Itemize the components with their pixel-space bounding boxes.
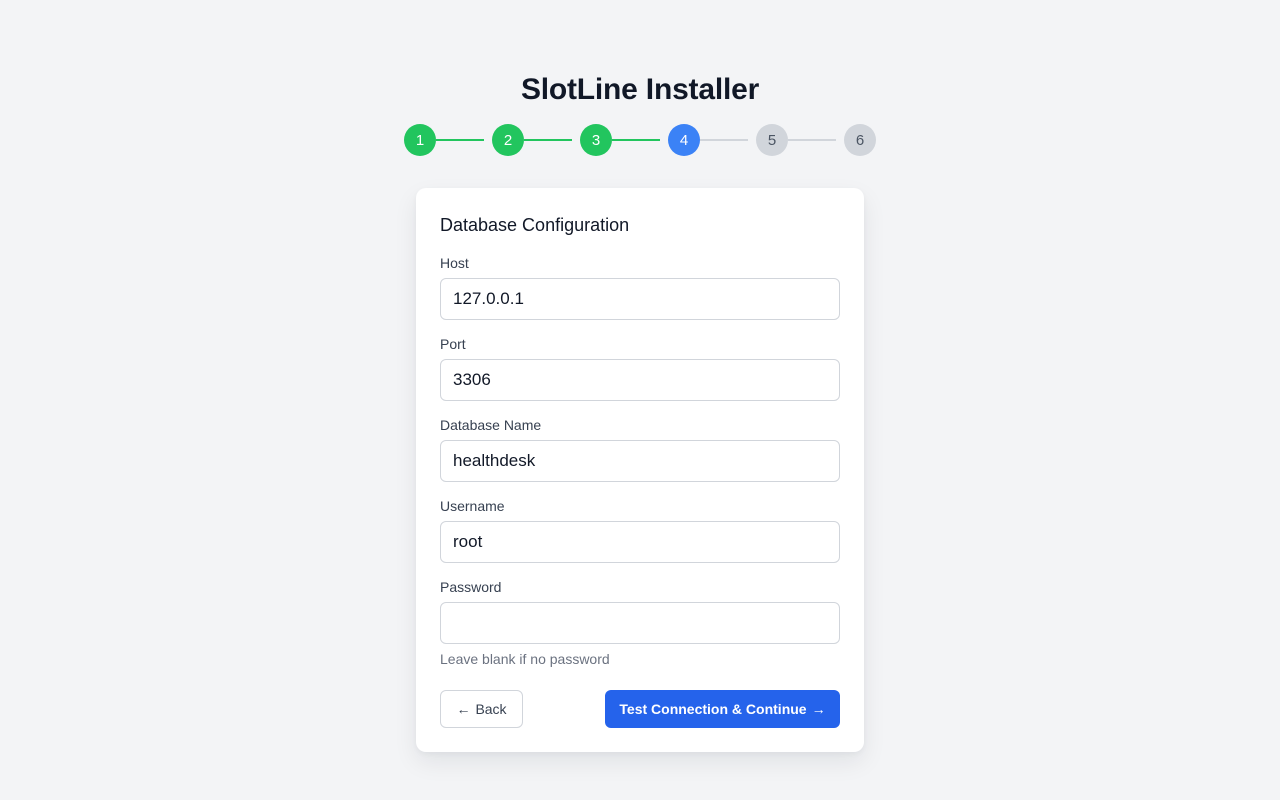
database-name-input[interactable]: [440, 440, 840, 482]
continue-button-label: Test Connection & Continue: [619, 701, 807, 717]
password-label: Password: [440, 579, 502, 595]
host-input[interactable]: [440, 278, 840, 320]
step-5: 5: [756, 124, 788, 156]
username-input[interactable]: [440, 521, 840, 563]
back-button[interactable]: ← Back: [440, 690, 523, 728]
step-1: 1: [404, 124, 436, 156]
step-connector: [788, 139, 836, 141]
database-name-field-group: Database Name: [440, 417, 840, 482]
username-label: Username: [440, 498, 505, 514]
password-input[interactable]: [440, 602, 840, 644]
step-connector: [524, 139, 572, 141]
host-label: Host: [440, 255, 469, 271]
step-2: 2: [492, 124, 524, 156]
username-field-group: Username: [440, 498, 840, 563]
password-field-group: Password Leave blank if no password: [440, 579, 840, 667]
step-3: 3: [580, 124, 612, 156]
port-input[interactable]: [440, 359, 840, 401]
card-title: Database Configuration: [440, 215, 630, 235]
step-6: 6: [844, 124, 876, 156]
form-actions: ← Back Test Connection & Continue →: [440, 690, 840, 728]
host-field-group: Host: [440, 255, 840, 320]
progress-stepper: 1 2 3 4 5 6: [404, 124, 876, 156]
test-connection-continue-button[interactable]: Test Connection & Continue →: [605, 690, 840, 728]
arrow-right-icon: →: [811, 701, 826, 717]
database-name-label: Database Name: [440, 417, 542, 433]
step-connector: [436, 139, 484, 141]
database-config-card: Database Configuration Host Port Databas…: [416, 188, 864, 752]
arrow-left-icon: ←: [456, 701, 471, 717]
step-connector: [700, 139, 748, 141]
port-label: Port: [440, 336, 466, 352]
step-4-current: 4: [668, 124, 700, 156]
page-title: SlotLine Installer: [520, 73, 760, 106]
step-connector: [612, 139, 660, 141]
password-hint: Leave blank if no password: [440, 651, 610, 667]
installer-page: SlotLine Installer 1 2 3 4 5 6 Database …: [0, 0, 1280, 800]
back-button-label: Back: [475, 701, 507, 717]
port-field-group: Port: [440, 336, 840, 401]
